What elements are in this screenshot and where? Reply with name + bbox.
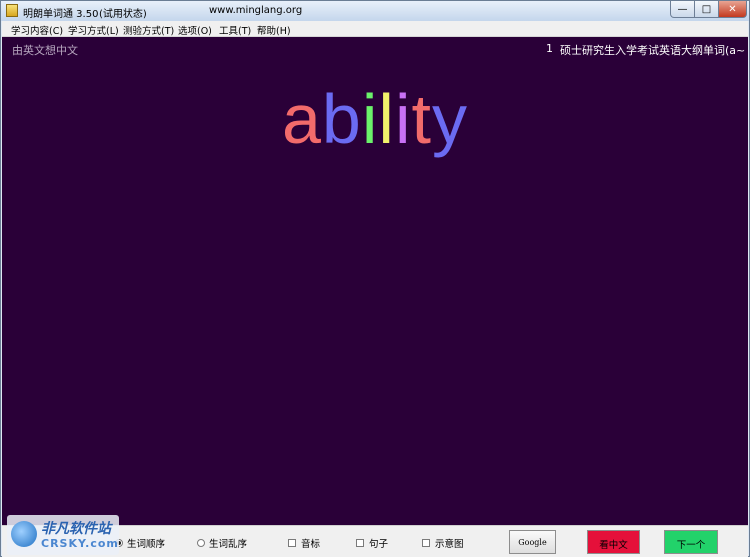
radio-unselected-icon [197, 539, 205, 547]
close-icon: ✕ [728, 3, 737, 15]
study-mode-label: 由英文想中文 [12, 44, 78, 57]
watermark-logo-icon [11, 521, 37, 547]
window-title: 明朗单词通 3.50 [23, 9, 99, 20]
checkbox-icon [356, 539, 364, 547]
trial-status: (试用状态) [99, 9, 147, 20]
watermark-name: 非凡软件站 [41, 521, 111, 537]
menu-help[interactable]: 帮助(H) [257, 23, 291, 37]
checkbox-icon [288, 539, 296, 547]
menu-options[interactable]: 选项(O) [178, 23, 212, 37]
word-letter: b [321, 80, 362, 158]
word-letter: a [281, 80, 322, 158]
maximize-icon: □ [701, 3, 712, 15]
sentence-checkbox[interactable]: 句子 [356, 536, 388, 550]
minimize-icon: — [677, 3, 688, 15]
phonetic-label: 音标 [301, 539, 321, 550]
watermark-domain: CRSKY.com [41, 537, 119, 550]
word-display-area: 由英文想中文 1 硕士研究生入学考试英语大纲单词(a~) 第 ability [2, 37, 748, 525]
app-icon [6, 4, 18, 17]
title-bar[interactable]: 明朗单词通 3.50 (试用状态) www.minglang.org — □ ✕ [1, 1, 749, 21]
menu-study-content[interactable]: 学习内容(C) [11, 23, 63, 37]
diagram-label: 示意图 [435, 539, 464, 550]
menu-study-mode[interactable]: 学习方式(L) [68, 23, 119, 37]
order-sequential-radio[interactable]: 生词顺序 [115, 536, 165, 550]
vocabulary-book-title: 硕士研究生入学考试英语大纲单词(a~) 第 [560, 44, 746, 57]
website-url: www.minglang.org [209, 5, 303, 16]
word-letter: t [411, 80, 432, 158]
word-letter: i [394, 80, 412, 158]
maximize-button[interactable]: □ [695, 1, 719, 18]
menu-bar: 学习内容(C) 学习方式(L) 测验方式(T) 选项(O) 工具(T) 帮助(H… [2, 21, 748, 37]
menu-test-mode[interactable]: 测验方式(T) [123, 23, 174, 37]
sentence-label: 句子 [369, 539, 389, 550]
show-chinese-button[interactable]: 看中文 [587, 530, 640, 554]
close-button[interactable]: ✕ [719, 1, 747, 18]
order-random-radio[interactable]: 生词乱序 [197, 536, 247, 550]
order-sequential-label: 生词顺序 [127, 539, 166, 550]
phonetic-checkbox[interactable]: 音标 [288, 536, 320, 550]
word-index: 1 [546, 42, 553, 55]
next-word-button[interactable]: 下一个 [664, 530, 718, 554]
menu-tools[interactable]: 工具(T) [219, 23, 251, 37]
order-random-label: 生词乱序 [209, 539, 248, 550]
word-letter: y [432, 80, 468, 158]
diagram-checkbox[interactable]: 示意图 [422, 536, 464, 550]
word-letter: i [361, 80, 379, 158]
word-letter: l [378, 80, 395, 158]
current-word: ability [2, 79, 748, 159]
google-button[interactable]: Google [509, 530, 556, 554]
minimize-button[interactable]: — [670, 1, 695, 18]
site-watermark: 非凡软件站 CRSKY.com [7, 515, 119, 555]
checkbox-icon [422, 539, 430, 547]
app-window: 明朗单词通 3.50 (试用状态) www.minglang.org — □ ✕… [0, 0, 750, 557]
